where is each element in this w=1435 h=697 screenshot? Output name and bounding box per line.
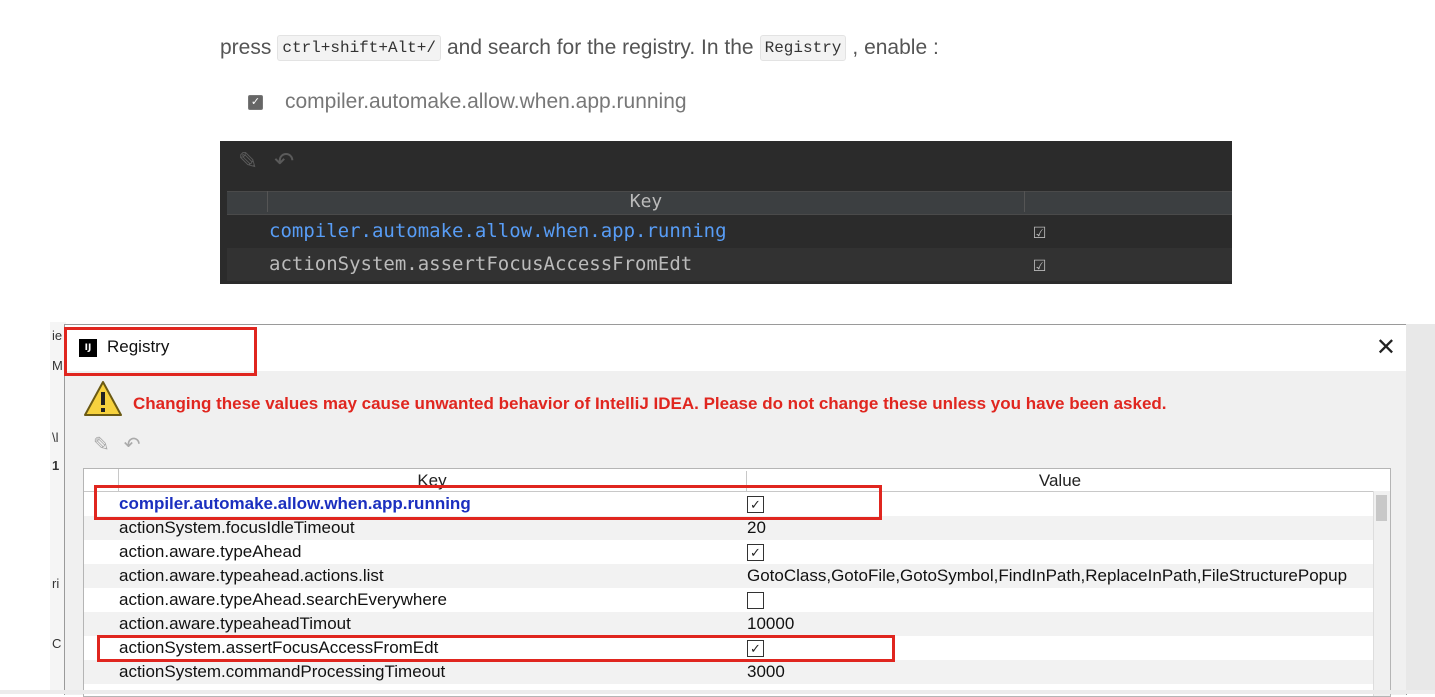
strip-char: C: [52, 636, 62, 651]
registry-code: Registry: [759, 35, 847, 61]
dialog-toolbar: ✎ ↶: [93, 432, 141, 457]
table-scrollbar[interactable]: [1373, 491, 1390, 696]
row-key: action.aware.typeAhead: [119, 542, 302, 561]
strip-char: 1: [52, 458, 60, 473]
checkbox-icon: ☑: [1033, 219, 1047, 244]
instruction-line: press ctrl+shift+Alt+/ and search for th…: [220, 32, 939, 64]
dark-row-key: actionSystem.assertFocusAccessFromEdt: [269, 253, 693, 275]
table-row[interactable]: action.aware.typeAhead.searchEverywhere: [84, 588, 1390, 612]
table-row[interactable]: action.aware.typeAhead ✓: [84, 540, 1390, 564]
row-value[interactable]: 20: [747, 518, 766, 538]
page-scrollbar-area: [1406, 324, 1435, 694]
revert-icon[interactable]: ↶: [124, 432, 141, 457]
instruction-text-post: , enable :: [852, 36, 939, 59]
table-row[interactable]: actionSystem.commandProcessingTimeout 30…: [84, 660, 1390, 684]
shortcut-code: ctrl+shift+Alt+/: [277, 35, 441, 61]
title-highlight-box: [64, 327, 257, 376]
dark-table-header: Key: [227, 191, 1232, 215]
row-highlight-box: [94, 485, 882, 520]
dark-table: Key compiler.automake.allow.when.app.run…: [227, 191, 1232, 281]
row-key: action.aware.typeahead.actions.list: [119, 566, 384, 585]
table-row[interactable]: action.aware.typeahead.actions.list Goto…: [84, 564, 1390, 588]
row-key: actionSystem.focusIdleTimeout: [119, 518, 355, 537]
table-row[interactable]: action.aware.typeaheadTimout 10000: [84, 612, 1390, 636]
revert-icon: ↶: [274, 147, 295, 175]
row-value[interactable]: 3000: [747, 662, 785, 682]
checkbox-icon[interactable]: [747, 592, 764, 609]
checkbox-icon[interactable]: ✓: [248, 94, 263, 110]
dark-header-key: Key: [267, 191, 1025, 212]
task-label: compiler.automake.allow.when.app.running: [285, 90, 687, 113]
row-highlight-box: [97, 635, 895, 662]
row-key: action.aware.typeaheadTimout: [119, 614, 351, 633]
close-icon[interactable]: ✕: [1376, 333, 1396, 361]
instruction-text-mid: and search for the registry. In the: [446, 36, 754, 59]
warning-icon: [84, 381, 122, 416]
strip-char: M: [52, 358, 63, 373]
dark-table-row: actionSystem.assertFocusAccessFromEdt ☑: [227, 248, 1232, 281]
strip-char: \l: [52, 430, 59, 445]
instruction-text-pre: press: [220, 36, 272, 59]
row-key: actionSystem.commandProcessingTimeout: [119, 662, 446, 681]
strip-char: ie: [52, 328, 63, 343]
task-list-item: ✓ compiler.automake.allow.when.app.runni…: [248, 90, 687, 114]
warning-message: Changing these values may cause unwanted…: [133, 394, 1167, 413]
dark-registry-screenshot: ✎ ↶ Key compiler.automake.allow.when.app…: [220, 141, 1232, 284]
checkbox-icon[interactable]: ✓: [747, 544, 764, 561]
scrollbar-thumb[interactable]: [1376, 495, 1387, 521]
strip-char: ri: [52, 576, 60, 591]
checkbox-icon: ☑: [1033, 252, 1047, 277]
row-value[interactable]: 10000: [747, 614, 794, 634]
title-bar: IJ Registry ✕: [65, 325, 1406, 371]
edit-icon[interactable]: ✎: [93, 432, 110, 457]
row-value[interactable]: GotoClass,GotoFile,GotoSymbol,FindInPath…: [747, 566, 1347, 586]
dark-toolbar: ✎ ↶: [238, 147, 294, 175]
dark-row-key: compiler.automake.allow.when.app.running: [269, 220, 727, 242]
edit-icon: ✎: [238, 147, 259, 175]
dark-header-blank: [227, 192, 267, 214]
row-key: action.aware.typeAhead.searchEverywhere: [119, 590, 447, 609]
bottom-divider: [0, 690, 1435, 694]
dark-table-row: compiler.automake.allow.when.app.running…: [227, 215, 1232, 248]
